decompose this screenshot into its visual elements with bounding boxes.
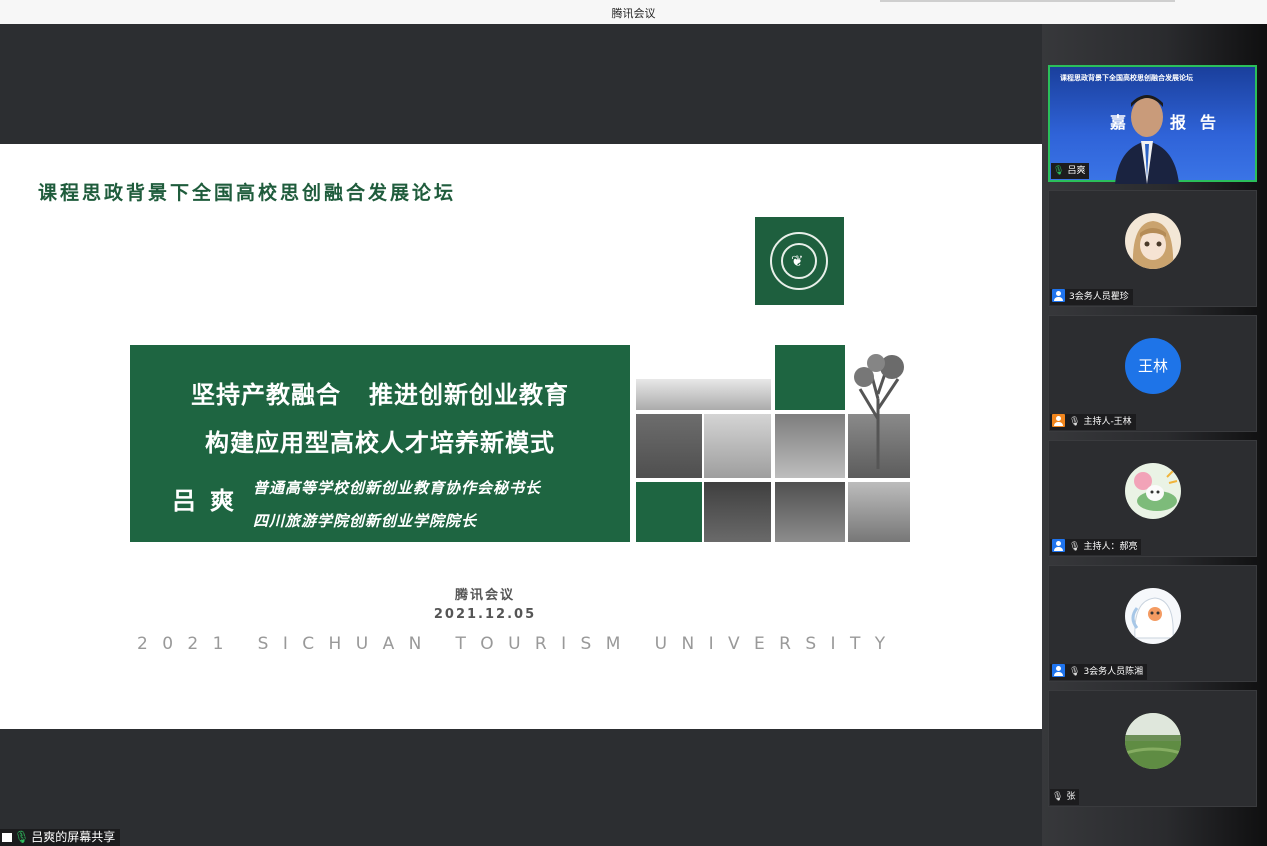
anime-girl-avatar-icon — [1132, 221, 1174, 269]
mic-off-icon: 🎙 — [1069, 667, 1081, 677]
speaker-person-icon — [1115, 95, 1179, 184]
participant-tile[interactable]: 🎙 张 — [1048, 690, 1257, 807]
mic-on-icon: 🎙 — [1053, 166, 1065, 176]
shared-slide: 课程思政背景下全国高校思创融合发展论坛 ❦ 坚持产教融合 推进创新创业教育 构建… — [0, 144, 1042, 729]
speaker-role-1: 普通高等学校创新创业教育协作会秘书长 — [253, 479, 542, 497]
participant-name-bar: 3会务人员瞿珍 — [1050, 289, 1133, 305]
university-logo: ❦ — [755, 217, 844, 305]
slide-brand: 腾讯会议 — [454, 588, 515, 603]
forum-title: 课程思政背景下全国高校思创融合发展论坛 — [38, 182, 457, 204]
user-icon — [1052, 664, 1065, 677]
mic-on-icon: 🎙 — [14, 830, 30, 844]
participant-name: 主持人：郝亮 — [1083, 542, 1138, 552]
landscape-avatar-icon — [1125, 713, 1181, 769]
participant-name-bar: 🎙 吕爽 — [1051, 163, 1090, 179]
user-icon — [1052, 289, 1065, 302]
screen-share-label: 🎙 吕爽的屏幕共享 — [0, 829, 121, 846]
collage-tile-green-bottom — [636, 482, 702, 542]
participant-name-bar: 🎙 3会务人员陈湘 — [1050, 664, 1148, 680]
screen-share-icon — [2, 833, 12, 842]
speaker-role-2: 四川旅游学院创新创业学院院长 — [253, 512, 478, 530]
logo-inner-ring: ❦ — [781, 243, 817, 279]
title-bar: 腾讯会议 — [0, 0, 1267, 25]
collage-tile-path — [848, 482, 910, 542]
cartoon-lotus-avatar-icon — [1134, 470, 1178, 511]
camera-banner-text: 课程思政背景下全国高校思创融合发展论坛 — [1060, 74, 1193, 82]
headline-2: 构建应用型高校人才培养新模式 — [205, 429, 555, 457]
participant-name-bar: 🎙 主持人：郝亮 — [1050, 539, 1142, 555]
avatar — [1125, 588, 1181, 644]
avatar: 王林 — [1125, 338, 1181, 394]
participant-tile[interactable]: 🎙 3会务人员陈湘 — [1048, 565, 1257, 682]
participant-tile[interactable]: 王林 🎙 主持人-王林 — [1048, 315, 1257, 432]
avatar — [1125, 713, 1181, 769]
headline-1: 坚持产教融合 推进创新创业教育 — [190, 381, 570, 409]
slide-date: 2021.12.05 — [433, 607, 537, 622]
collage-tile-pond — [704, 482, 771, 542]
collage-tile-sky — [636, 379, 771, 411]
mic-off-icon: 🎙 — [1069, 417, 1081, 427]
participant-tile-video[interactable]: 课程思政背景下全国高校思创融合发展论坛 嘉宾报告 🎙 吕爽 — [1048, 65, 1257, 184]
participant-name: 张 — [1066, 792, 1076, 802]
participant-tile[interactable]: 3会务人员瞿珍 — [1048, 190, 1257, 307]
window-title: 腾讯会议 — [611, 7, 656, 20]
screen-share-label-text: 吕爽的屏幕共享 — [31, 830, 116, 844]
participant-name: 吕爽 — [1067, 166, 1086, 176]
participant-name: 3会务人员瞿珍 — [1069, 292, 1129, 302]
user-icon — [1052, 539, 1065, 552]
title-banner: 坚持产教融合 推进创新创业教育 构建应用型高校人才培养新模式 吕爽 普通高等学校… — [130, 345, 630, 542]
logo-ring: ❦ — [770, 232, 828, 290]
collage-tile-trees — [636, 414, 702, 478]
cartoon-ghost-avatar-icon — [1131, 597, 1174, 639]
collage-tile-building — [775, 414, 845, 478]
avatar — [1125, 463, 1181, 519]
slide-university: 2021 SICHUAN TOURISM UNIVERSITY — [137, 634, 900, 654]
participant-name: 3会务人员陈湘 — [1083, 667, 1144, 677]
collage-tile-green — [775, 345, 845, 411]
title-bar-notch — [880, 0, 1175, 2]
collage-tile-water — [704, 414, 771, 478]
speaker-name: 吕爽 — [172, 486, 248, 515]
avatar — [1125, 213, 1181, 269]
host-icon — [1052, 414, 1065, 427]
mic-off-icon: 🎙 — [1052, 792, 1064, 802]
swan-icon: ❦ — [791, 252, 804, 270]
participant-name-bar: 🎙 张 — [1050, 789, 1080, 805]
collage-tile-steps — [775, 482, 845, 542]
participant-name-bar: 🎙 主持人-王林 — [1050, 414, 1136, 430]
participant-name: 主持人-王林 — [1083, 417, 1132, 427]
mic-off-icon: 🎙 — [1069, 542, 1081, 552]
participant-tile[interactable]: 🎙 主持人：郝亮 — [1048, 440, 1257, 557]
tree-silhouette-icon — [854, 354, 904, 469]
